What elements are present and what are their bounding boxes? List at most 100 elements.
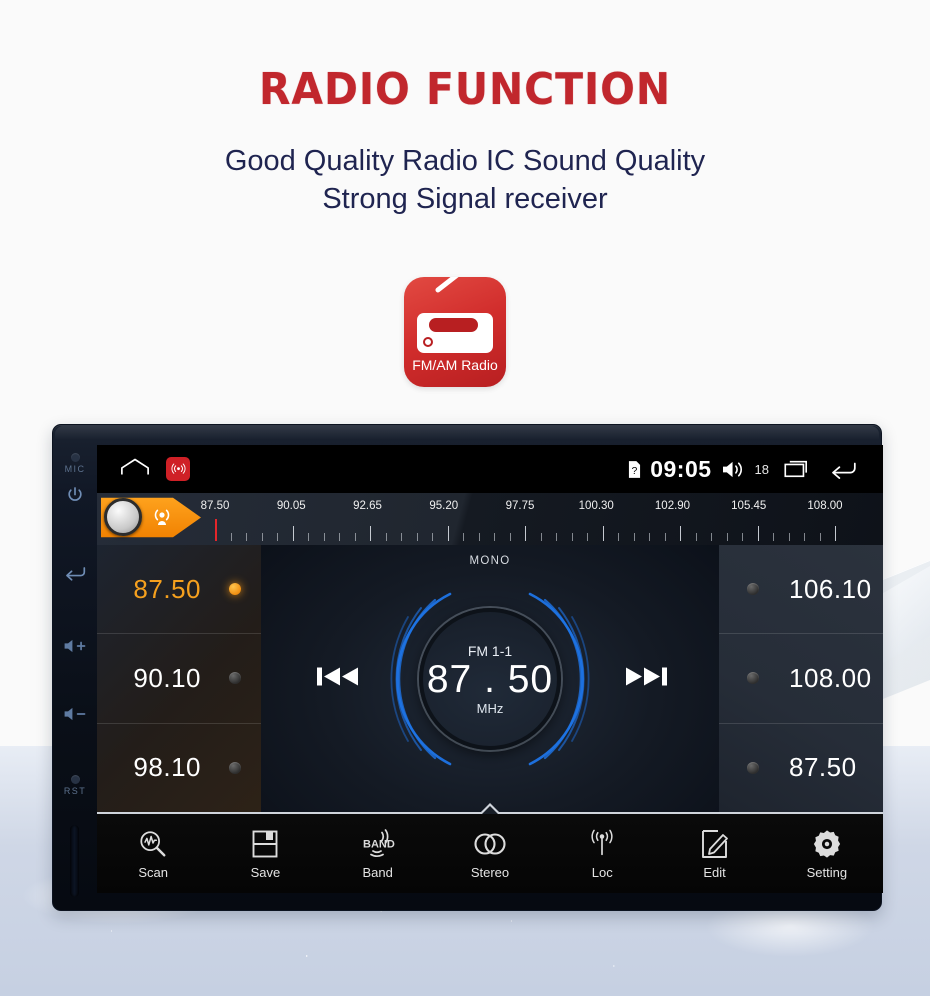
- preset-frequency: 90.10: [133, 662, 201, 693]
- page-title: RADIO FUNCTION: [258, 64, 672, 115]
- power-button[interactable]: [53, 485, 97, 510]
- preset-item[interactable]: 87.50: [719, 724, 883, 812]
- scale-tick-label: 105.45: [731, 500, 767, 512]
- scale-tick: [571, 533, 573, 541]
- radio-app-shortcut[interactable]: [166, 457, 190, 481]
- toolbar-button-label: Setting: [806, 865, 848, 880]
- preset-item[interactable]: 87.50: [97, 545, 261, 635]
- mic-icon: [70, 453, 80, 462]
- tuning-dial[interactable]: FM 1-1 87 . 50 MHz: [419, 607, 561, 750]
- scale-tick: [788, 533, 790, 541]
- preset-item[interactable]: 98.10: [97, 724, 261, 812]
- reset-label: RST: [63, 786, 87, 796]
- svg-text:?: ?: [632, 466, 638, 477]
- preset-frequency: 87.50: [133, 573, 201, 604]
- preset-item[interactable]: 90.10: [97, 634, 261, 724]
- frequency-unit: MHz: [476, 701, 504, 717]
- preset-item[interactable]: 106.10: [719, 545, 883, 635]
- toolbar-button-edit[interactable]: Edit: [658, 827, 770, 880]
- toolbar-button-loc[interactable]: Loc: [546, 827, 658, 880]
- scale-tick: [370, 526, 371, 541]
- volume-down-icon: [64, 707, 86, 721]
- scale-tick: [339, 533, 340, 541]
- reset-pinhole-icon: [70, 775, 80, 784]
- toolbar-button-label: Save: [250, 865, 281, 880]
- scale-tick: [556, 533, 557, 541]
- band-label: FM 1-1: [467, 642, 513, 659]
- car-head-unit: MIC RST ? 09:05 18 87.50 90.05 92.65 95.…: [52, 424, 883, 911]
- toolbar-button-label: Scan: [138, 865, 168, 880]
- tuning-knob[interactable]: [104, 498, 142, 536]
- previous-station-button[interactable]: [315, 663, 361, 694]
- volume-down-button[interactable]: [53, 706, 97, 727]
- reset-button[interactable]: RST: [53, 775, 97, 796]
- mic-button[interactable]: MIC: [53, 453, 97, 474]
- scale-tick: [804, 533, 805, 541]
- mic-label: MIC: [64, 464, 86, 474]
- toolbar-button-band[interactable]: BAND Band: [322, 827, 434, 880]
- preset-indicator-dot: [747, 583, 759, 596]
- scale-tick: [416, 533, 418, 541]
- stereo-icon: [434, 827, 546, 861]
- scale-tick-labels: 87.50 90.05 92.65 95.20 97.75 100.30 102.90 105…: [201, 500, 843, 515]
- scale-tick: [478, 533, 480, 541]
- scale-tick-label: 95.20: [429, 500, 459, 512]
- frequency-scale[interactable]: 87.50 90.05 92.65 95.20 97.75 100.30 102.90 105…: [97, 493, 883, 545]
- scale-tick-label: 102.90: [654, 500, 691, 512]
- volume-up-icon: [64, 639, 86, 653]
- scale-tick: [509, 533, 511, 541]
- status-bar: ? 09:05 18: [97, 445, 883, 493]
- return-arrow-icon: [66, 567, 86, 581]
- scale-tick: [587, 533, 588, 541]
- preset-indicator-dot: [747, 672, 759, 685]
- radio-icon: FM/AM Radio: [404, 277, 506, 387]
- preset-frequency: 108.00: [789, 662, 872, 693]
- toolbar-button-setting[interactable]: Setting: [771, 827, 883, 880]
- toolbar-button-stereo[interactable]: Stereo: [434, 827, 546, 880]
- preset-item[interactable]: 108.00: [719, 634, 883, 724]
- tuner-display: MONO FM 1-1 87 . 50 MHz: [261, 545, 719, 812]
- recents-icon: [784, 460, 807, 478]
- back-arrow-icon[interactable]: [829, 459, 857, 479]
- preset-indicator-dot: [229, 761, 241, 774]
- toolbar-button-save[interactable]: Save: [209, 827, 321, 880]
- toolbar-button-label: Band: [362, 865, 393, 880]
- scale-tick: [230, 533, 232, 541]
- scale-tick: [757, 526, 759, 541]
- scale-tick: [463, 533, 464, 541]
- next-station-button[interactable]: [623, 663, 669, 694]
- scale-tick-label: 90.05: [276, 500, 306, 512]
- scale-tick-label: 92.65: [353, 500, 382, 512]
- seek-pennant[interactable]: [101, 495, 201, 540]
- scale-tick: [292, 526, 294, 541]
- home-button[interactable]: [120, 457, 150, 482]
- toolbar-button-scan[interactable]: Scan: [97, 827, 209, 880]
- scale-tick: [494, 533, 495, 541]
- mono-indicator: MONO: [469, 555, 511, 567]
- scale-tick: [695, 533, 697, 541]
- next-track-icon: [626, 667, 667, 685]
- scale-tick: [385, 533, 387, 541]
- scale-tick: [277, 533, 278, 541]
- radio-knob-shape: [423, 337, 433, 347]
- scale-tick-label: 97.75: [505, 500, 535, 512]
- scale-tick: [261, 533, 263, 541]
- preset-indicator-dot: [229, 672, 241, 685]
- bottom-toolbar: Scan Save BAND Band Stereo Loc Edit Setting: [97, 814, 883, 893]
- scale-tick: [323, 533, 325, 541]
- hardware-button-panel: MIC RST: [53, 425, 97, 910]
- scale-tick: [246, 533, 247, 541]
- scale-tick: [602, 526, 604, 541]
- scale-tick: [680, 526, 681, 541]
- scan-icon: [97, 827, 209, 861]
- return-button[interactable]: [53, 565, 97, 586]
- volume-level: 18: [754, 461, 769, 477]
- volume-up-button[interactable]: [53, 638, 97, 659]
- preset-frequency: 98.10: [133, 752, 201, 783]
- sd-card-slot[interactable]: [70, 825, 79, 897]
- edit-icon: [658, 827, 770, 861]
- scale-tick: [401, 533, 402, 541]
- settings-gear-icon: [771, 827, 883, 861]
- svg-text:BAND: BAND: [363, 839, 395, 851]
- scale-tick: [742, 533, 743, 541]
